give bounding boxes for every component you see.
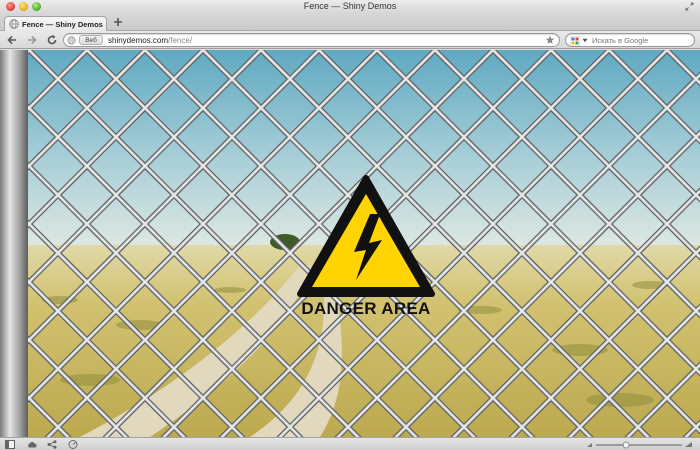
web-badge[interactable]: Веб [79,35,103,45]
globe-icon [9,19,19,29]
cloud-icon[interactable] [27,440,37,449]
google-icon[interactable] [570,36,580,46]
share-icon[interactable] [47,440,57,449]
forward-arrow-icon[interactable] [26,34,38,46]
address-bar[interactable]: Веб shinydemos.com/fence/ [63,33,560,47]
status-bar [0,437,700,450]
zoom-in-icon [685,442,692,447]
new-tab-button[interactable] [112,16,124,28]
zoom-slider[interactable] [586,441,694,449]
high-voltage-warning-icon [297,175,435,297]
page-content: DANGER AREA [0,50,700,437]
search-input[interactable] [592,35,692,46]
url-path: /fence/ [168,36,193,45]
panel-icon[interactable] [5,440,15,449]
zoom-out-icon [587,443,592,447]
bookmark-star-icon[interactable] [545,35,555,45]
chevron-down-icon[interactable] [582,38,588,43]
speed-dial-icon[interactable] [68,440,78,449]
fullscreen-icon[interactable] [685,2,694,11]
plus-icon [114,18,122,26]
back-arrow-icon[interactable] [6,34,18,46]
search-box[interactable] [565,33,695,47]
window-titlebar: Fence — Shiny Demos [0,0,700,14]
url-host: shinydemos.com [108,36,169,45]
danger-sign-text: DANGER AREA [301,299,431,318]
reload-icon[interactable] [46,34,58,46]
tab-title: Fence — Shiny Demos [22,20,103,29]
navigation-toolbar: Веб shinydemos.com/fence/ [0,31,700,49]
zoom-slider-thumb[interactable] [622,441,630,449]
url-text[interactable]: shinydemos.com/fence/ [108,35,192,46]
window-title: Fence — Shiny Demos [303,1,397,11]
tab-fence[interactable]: Fence — Shiny Demos [4,16,107,32]
tab-strip: Fence — Shiny Demos [0,14,700,32]
site-info-icon[interactable] [67,36,76,45]
